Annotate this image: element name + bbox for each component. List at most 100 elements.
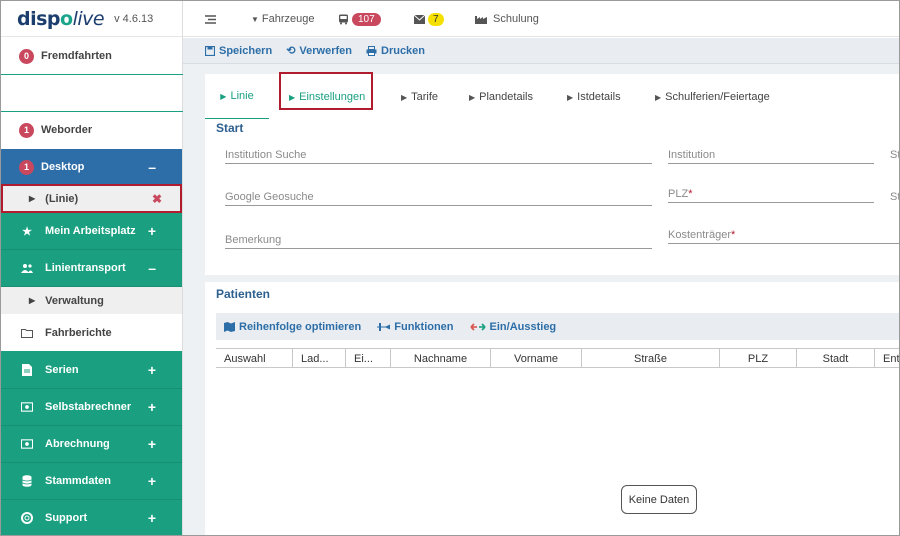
weborder-count-badge: 1 [19, 122, 34, 138]
column-header-plz[interactable]: PLZ [720, 349, 797, 368]
floppy-icon [205, 45, 215, 56]
save-label: Speichern [219, 44, 273, 57]
caret-right-icon: ▶ [655, 92, 662, 102]
expand-icon[interactable]: + [148, 362, 156, 378]
expand-icon[interactable]: + [148, 223, 156, 239]
functions-button[interactable]: Funktionen [377, 320, 454, 333]
sidebar-item-abrechnung[interactable]: Abrechnung + [1, 426, 182, 463]
plz-field[interactable]: PLZ* [668, 188, 874, 203]
sidebar-item-desktop[interactable]: 1 Desktop – [1, 149, 182, 185]
sidebar-item-selbstabrechner[interactable]: Selbstabrechner + [1, 389, 182, 426]
print-button[interactable]: Drucken [366, 45, 425, 57]
schulung-label: Schulung [493, 13, 539, 25]
envelope-icon [414, 14, 425, 24]
discard-label: Verwerfen [299, 44, 352, 57]
caret-right-icon: ▶ [29, 296, 36, 305]
field-label: PLZ [668, 188, 689, 200]
institution-field[interactable]: Institution [668, 149, 874, 164]
expand-icon[interactable]: + [148, 510, 156, 526]
exchange-icon [469, 322, 486, 331]
column-header-auswahl[interactable]: Auswahl [216, 349, 293, 368]
logo-row: dispolive v 4.6.13 [1, 1, 182, 37]
expand-icon[interactable]: + [148, 473, 156, 489]
app-version: v 4.6.13 [114, 12, 154, 25]
tab-schulferien[interactable]: ▶ Schulferien/Feiertage [655, 74, 770, 120]
bus-notifications[interactable]: 107 [338, 1, 381, 37]
sidebar: dispolive v 4.6.13 0 Fremdfahrten 1 Webo… [1, 1, 183, 535]
boarding-button[interactable]: Ein/Ausstieg [469, 320, 557, 333]
mail-notifications[interactable]: 7 [414, 1, 444, 37]
money-icon [21, 402, 33, 412]
sidebar-item-fremdfahrten[interactable]: 0 Fremdfahrten [1, 38, 182, 74]
menu-toggle-button[interactable] [205, 1, 216, 37]
printer-icon [366, 45, 377, 56]
sidebar-item-verwaltung[interactable]: ▶ Verwaltung [1, 287, 182, 314]
star-icon: ★ [22, 225, 32, 238]
sidebar-item-serien[interactable]: Serien + [1, 351, 182, 389]
column-header-entf[interactable]: Entf [875, 349, 899, 368]
column-header-stadt[interactable]: Stadt [797, 349, 875, 368]
google-geosearch-field[interactable]: Google Geosuche [225, 191, 652, 206]
button-label: Funktionen [394, 320, 454, 333]
cut-off-field-1: St [890, 149, 899, 163]
divider [1, 74, 183, 75]
database-icon [21, 475, 33, 487]
main-content: ▶ Linie ▶ Einstellungen ▶ Tarife ▶ Plandetai… [183, 64, 900, 535]
column-header-lad[interactable]: Lad... [293, 349, 346, 368]
sidebar-item-label: Abrechnung [45, 438, 110, 450]
app-logo: dispolive [17, 7, 105, 30]
map-icon [224, 321, 235, 332]
sidebar-item-label: Support [45, 512, 88, 524]
sidebar-item-label: Selbstabrechner [45, 401, 132, 413]
bus-icon [339, 14, 348, 24]
discard-button[interactable]: ⟲ Verwerfen [286, 44, 352, 58]
fahrzeuge-label: Fahrzeuge [261, 13, 315, 25]
list-icon [205, 14, 216, 24]
expand-icon[interactable]: + [148, 436, 156, 452]
top-bar: ▼ Fahrzeuge 107 7 Schulung [183, 1, 899, 37]
column-header-vorname[interactable]: Vorname [491, 349, 582, 368]
field-label: St [890, 191, 900, 203]
desktop-count-badge: 1 [19, 159, 34, 175]
kostentraeger-field[interactable]: Kostenträger* [668, 229, 899, 244]
tab-tarife[interactable]: ▶ Tarife [401, 74, 438, 120]
field-label: Institution Suche [225, 149, 307, 161]
column-header-ei[interactable]: Ei... [346, 349, 391, 368]
field-label: Google Geosuche [225, 191, 314, 203]
collapse-icon[interactable]: – [148, 159, 156, 175]
tab-label: Tarife [411, 91, 439, 103]
expand-icon[interactable]: + [148, 399, 156, 415]
tab-label: Istdetails [577, 91, 621, 103]
required-marker: * [730, 229, 736, 241]
no-data-message: Keine Daten [621, 485, 697, 514]
sidebar-item-fahrberichte[interactable]: Fahrberichte [1, 314, 182, 351]
fahrzeuge-menu[interactable]: ▼ Fahrzeuge [251, 1, 315, 37]
sidebar-item-mein-arbeitsplatz[interactable]: ★ Mein Arbeitsplatz + [1, 213, 182, 250]
required-marker: * [688, 188, 693, 200]
tab-label: Plandetails [479, 91, 533, 103]
caret-right-icon: ▶ [220, 91, 227, 101]
sidebar-item-weborder[interactable]: 1 Weborder [1, 112, 182, 148]
sidebar-item-linientransport[interactable]: Linientransport – [1, 250, 182, 287]
column-header-nachname[interactable]: Nachname [391, 349, 491, 368]
sidebar-item-label: Serien [45, 363, 79, 376]
sidebar-item-label: Linientransport [45, 262, 126, 274]
folder-icon [21, 328, 33, 338]
institution-search-field[interactable]: Institution Suche [225, 149, 652, 164]
sidebar-item-label: Fahrberichte [45, 326, 112, 339]
start-panel: Start Institution Suche Institution St G… [205, 119, 900, 275]
save-button[interactable]: Speichern [205, 45, 272, 57]
sidebar-item-support[interactable]: Support + [1, 500, 182, 535]
button-label: Ein/Ausstieg [489, 320, 557, 333]
optimize-order-button[interactable]: Reihenfolge optimieren [224, 321, 361, 333]
tab-istdetails[interactable]: ▶ Istdetails [567, 74, 621, 120]
column-header-strasse[interactable]: Straße [582, 349, 720, 368]
bemerkung-field[interactable]: Bemerkung [225, 234, 652, 249]
undo-icon: ⟲ [286, 45, 296, 57]
grid-toolbar: Reihenfolge optimieren Funktionen Ein/Au… [216, 313, 899, 340]
tab-linie[interactable]: ▶ Linie [205, 74, 269, 120]
tab-plandetails[interactable]: ▶ Plandetails [469, 74, 533, 120]
collapse-icon[interactable]: – [148, 260, 156, 276]
sidebar-item-stammdaten[interactable]: Stammdaten + [1, 463, 182, 500]
schulung-menu[interactable]: Schulung [475, 1, 539, 37]
